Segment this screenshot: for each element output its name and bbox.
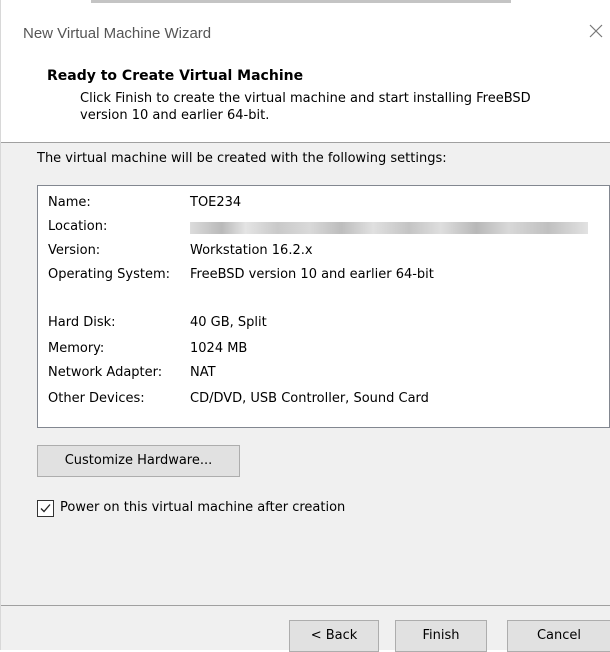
setting-label: Version:: [48, 243, 101, 258]
page-title: Ready to Create Virtual Machine: [47, 68, 304, 84]
checkmark-icon: [40, 504, 51, 513]
power-on-label[interactable]: Power on this virtual machine after crea…: [60, 500, 345, 515]
setting-label: Network Adapter:: [48, 365, 163, 380]
setting-value: CD/DVD, USB Controller, Sound Card: [190, 391, 429, 406]
finish-button[interactable]: Finish: [395, 620, 487, 652]
close-button[interactable]: [583, 16, 610, 46]
setting-value: FreeBSD version 10 and earlier 64-bit: [190, 267, 434, 282]
setting-label: Operating System:: [48, 267, 170, 282]
footer-divider: [1, 605, 610, 606]
redacted-location-value: [190, 222, 588, 234]
background-window-strip: [1, 0, 610, 8]
settings-summary-box: Name: TOE234 Location: Version: Workstat…: [37, 185, 610, 428]
setting-value: TOE234: [190, 195, 242, 210]
setting-row-location: Location:: [48, 219, 598, 237]
cancel-button[interactable]: Cancel: [507, 620, 610, 652]
page-description: Click Finish to create the virtual machi…: [80, 91, 531, 123]
back-button[interactable]: < Back: [289, 620, 379, 652]
setting-label: Other Devices:: [48, 391, 145, 406]
setting-label: Location:: [48, 219, 108, 234]
close-icon: [589, 24, 603, 38]
settings-intro: The virtual machine will be created with…: [37, 151, 447, 166]
power-on-checkbox[interactable]: [37, 500, 54, 517]
setting-value: 1024 MB: [190, 341, 248, 356]
wizard-window: New Virtual Machine Wizard Ready to Crea…: [0, 0, 610, 652]
setting-label: Hard Disk:: [48, 315, 116, 330]
title-bar: New Virtual Machine Wizard: [1, 0, 610, 60]
setting-value: 40 GB, Split: [190, 315, 267, 330]
setting-value: NAT: [190, 365, 216, 380]
setting-value: Workstation 16.2.x: [190, 243, 313, 258]
customize-hardware-button[interactable]: Customize Hardware...: [37, 445, 240, 477]
setting-label: Memory:: [48, 341, 105, 356]
wizard-header: Ready to Create Virtual Machine Click Fi…: [1, 60, 610, 143]
window-title: New Virtual Machine Wizard: [23, 25, 212, 42]
setting-label: Name:: [48, 195, 91, 210]
